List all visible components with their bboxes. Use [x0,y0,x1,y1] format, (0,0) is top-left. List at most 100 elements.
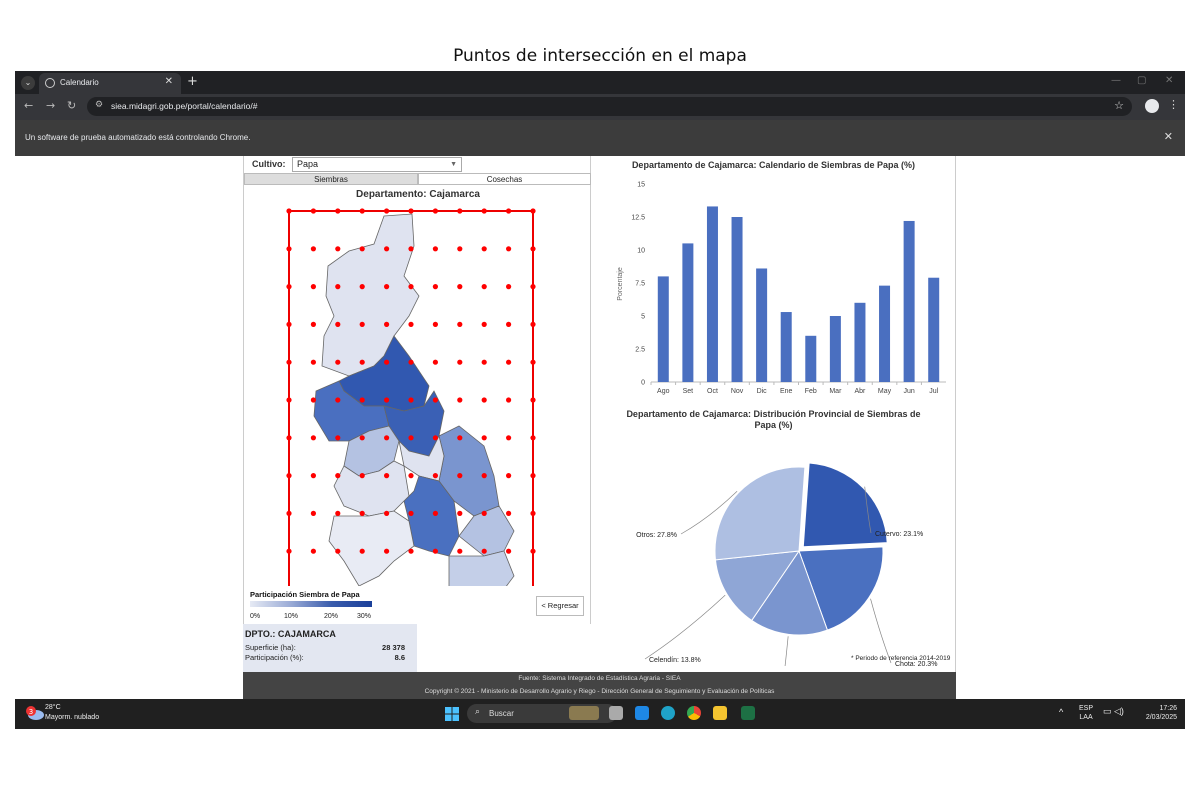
intersection-point [530,435,536,441]
department-map [286,208,536,586]
chrome-icon[interactable] [687,706,701,720]
bar [879,285,891,382]
intersection-point [384,208,390,214]
department-summary: DPTO.: CAJAMARCA Superficie (ha): 28 378… [243,624,417,672]
intersection-point [408,548,414,554]
y-tick-label: 2.5 [635,347,645,354]
x-tick-label: Oct [707,388,718,395]
intersection-point [408,284,414,290]
intersection-point [335,473,341,479]
intersection-point [286,321,292,327]
file-preview-icon[interactable] [609,706,623,720]
pie-leader-line [644,594,726,660]
intersection-point [481,397,487,403]
y-tick-label: 10 [637,248,645,255]
search-icon: ⌕ [475,707,481,717]
regresar-button[interactable]: < Regresar [536,596,584,616]
intersection-point [359,510,365,516]
intersection-point [384,359,390,365]
legend-tick: 10% [284,613,299,620]
browser-tab[interactable]: Calendario ✕ [39,73,181,94]
back-icon[interactable]: ← [24,99,33,112]
forward-icon[interactable]: → [46,99,55,112]
bar [829,316,841,382]
new-tab-button[interactable]: + [187,74,198,89]
intersection-point [359,473,365,479]
language-indicator[interactable]: ESP LAA [1079,704,1093,722]
intersection-point [432,208,438,214]
intersection-point [310,321,316,327]
bookmark-star-icon[interactable]: ☆ [1114,99,1124,112]
intersection-point [481,284,487,290]
intersection-point [506,246,512,252]
x-tick-label: Jun [903,388,914,395]
intersection-point [310,473,316,479]
intersection-point [408,510,414,516]
site-info-icon[interactable]: ⚙ [95,100,103,110]
pie-chart: Cutervo: 23.1%Chota: 20.3%Cajamarca: 15.… [636,462,937,666]
intersection-point [432,359,438,365]
weather-icon[interactable]: 3 [25,704,45,722]
intersection-point [408,473,414,479]
intersection-point [530,548,536,554]
bar [706,206,718,382]
bar-chart-title: Departamento de Cajamarca: Calendario de… [631,160,916,170]
intersection-point [310,397,316,403]
minimize-button[interactable]: — [1111,75,1121,86]
y-tick-label: 7.5 [635,281,645,288]
intersection-point [286,246,292,252]
charts-panel: Departamento de Cajamarca: Calendario de… [591,156,956,672]
intersection-point [286,397,292,403]
lang-secondary: LAA [1079,714,1093,721]
maximize-button[interactable]: ▢ [1137,75,1146,86]
x-tick-label: May [878,388,892,395]
intersection-point [530,359,536,365]
map-province-south [328,510,415,586]
intersection-point [481,510,487,516]
profile-icon[interactable] [1145,99,1159,113]
intersection-point [481,548,487,554]
windows-start-icon[interactable] [445,707,459,721]
intersection-point [432,435,438,441]
intersection-point [359,284,365,290]
intersection-point [286,359,292,365]
figure-title: Puntos de intersección en el mapa [453,46,747,66]
reload-icon[interactable]: ↻ [67,99,76,112]
page-footer: Fuente: Sistema Integrado de Estadística… [243,672,956,699]
intersection-point [506,473,512,479]
tab-close-icon[interactable]: ✕ [165,76,173,87]
url-text[interactable]: siea.midagri.gob.pe/portal/calendario/# [111,101,257,111]
pie-chart-title: Departamento de Cajamarca: Distribución … [626,409,921,430]
clock[interactable]: 17:26 2/03/2025 [1137,704,1177,722]
intersection-point [384,510,390,516]
intersection-point [310,208,316,214]
edge-icon[interactable] [661,706,675,720]
intersection-point [457,359,463,365]
vscode-icon[interactable] [635,706,649,720]
participacion-label: Participación (%): [245,653,304,662]
footer-source: Fuente: Sistema Integrado de Estadística… [518,675,681,682]
excel-icon[interactable] [741,706,755,720]
intersection-point [408,359,414,365]
network-volume-icon[interactable]: ▭ ◁) [1103,707,1124,716]
window-close-button[interactable]: ✕ [1165,75,1173,86]
file-explorer-icon[interactable] [713,706,727,720]
menu-kebab-icon[interactable]: ⋮ [1168,98,1179,111]
infobar-close-icon[interactable]: ✕ [1164,130,1173,143]
x-tick-label: Set [683,388,694,395]
intersection-point [359,208,365,214]
screenshot: ⌄ Calendario ✕ + — ▢ ✕ ← → ↻ ⚙ siea.mida… [15,71,1185,729]
intersection-point [506,284,512,290]
tab-search-icon[interactable]: ⌄ [21,76,35,90]
tray-chevron-icon[interactable]: ^ [1059,708,1063,717]
intersection-point [506,397,512,403]
x-tick-label: Jul [929,388,938,395]
intersection-point [457,510,463,516]
pie-leader-line [784,636,789,666]
intersection-point [335,435,341,441]
omnibox[interactable]: ⚙ siea.midagri.gob.pe/portal/calendario/… [87,97,1132,116]
automation-message: Un software de prueba automatizado está … [25,133,251,142]
tab-bar: ⌄ Calendario ✕ + — ▢ ✕ [15,71,1185,94]
widgets-icon[interactable] [569,706,599,720]
intersection-point [384,246,390,252]
